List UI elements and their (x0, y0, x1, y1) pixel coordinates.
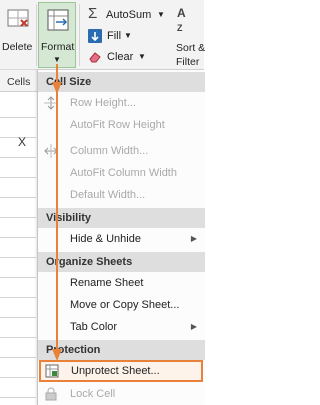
callout-arrow-icon (52, 64, 62, 361)
